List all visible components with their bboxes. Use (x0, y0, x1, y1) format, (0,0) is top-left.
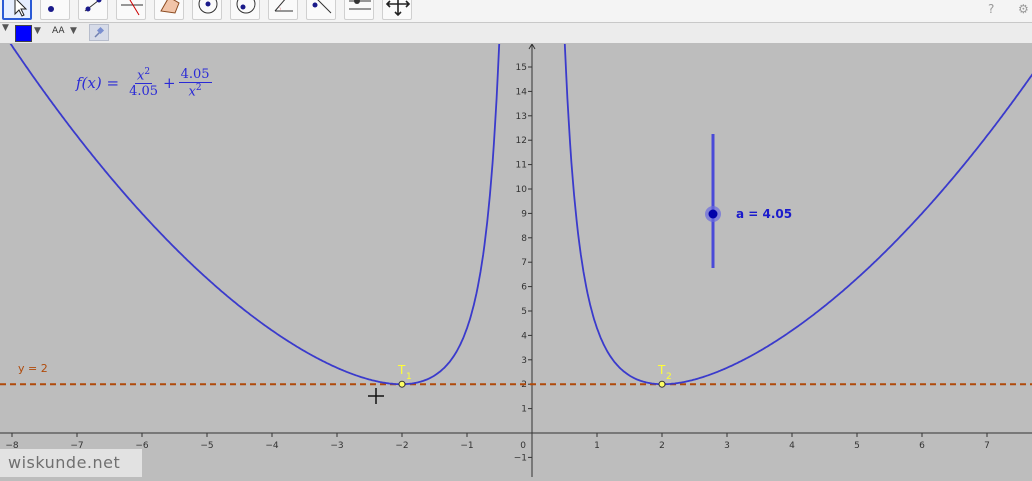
function-formula[interactable]: f(x) = x2 4.05 + 4.05 x2 (76, 67, 215, 99)
point-label-T2: T (657, 363, 666, 377)
point-tool-icon (48, 6, 54, 12)
circle-tool-button[interactable] (192, 0, 222, 20)
y-tick-label: 13 (516, 112, 527, 122)
watermark: wiskunde.net (0, 449, 142, 477)
ellipse-tool-button[interactable] (230, 0, 260, 20)
formula-term-2: 4.05 x2 (178, 67, 212, 100)
x-tick-label: −4 (265, 441, 279, 451)
pin-icon (94, 26, 105, 38)
slider-label: a = 4.05 (736, 207, 792, 221)
point-T1[interactable] (398, 380, 406, 388)
y-tick-label: 7 (521, 258, 527, 268)
x-tick-label: 4 (789, 441, 795, 451)
move-tool-button[interactable] (2, 0, 32, 20)
text-size-dropdown-icon[interactable]: ▼ (70, 26, 77, 42)
point-tool-button[interactable] (40, 0, 70, 20)
point-label-T1: T (397, 363, 406, 377)
y-tick-label: 8 (521, 234, 527, 244)
move-tool-icon (14, 0, 28, 17)
x-tick-label: −1 (460, 441, 473, 451)
point-T2[interactable] (658, 380, 666, 388)
y-tick-label: −1 (514, 453, 527, 463)
y-tick-label: 15 (516, 63, 527, 73)
y-tick-label: 6 (521, 283, 527, 293)
angle-tool-icon (274, 0, 293, 12)
term2-denominator: x (188, 84, 196, 100)
x-tick-label: 3 (724, 441, 730, 451)
slider-tool-icon (349, 0, 371, 10)
slider-handle[interactable] (708, 209, 718, 219)
origin-label: 0 (520, 441, 526, 451)
term2-numerator: 4.05 (178, 67, 212, 83)
y-tick-label: 5 (521, 307, 527, 317)
x-tick-label: 5 (854, 441, 860, 451)
angle-tool-button[interactable] (268, 0, 298, 20)
move-view-tool-icon (385, 0, 411, 17)
settings-icon[interactable]: ⚙ (1018, 2, 1029, 16)
move-view-tool-button[interactable] (382, 0, 412, 20)
formula-plus: + (163, 74, 176, 93)
reflect-tool-icon (312, 0, 332, 14)
line-tool-button[interactable] (78, 0, 108, 20)
line-tool-icon (84, 0, 102, 12)
help-icon[interactable]: ? (988, 2, 994, 16)
polygon-tool-icon (160, 0, 180, 14)
asymptote-label: y = 2 (18, 362, 48, 375)
stylebar-collapse-icon[interactable]: ▼ (2, 23, 9, 39)
x-tick-label: 7 (984, 441, 990, 451)
term1-denominator: 4.05 (129, 84, 159, 100)
slider-tool-button[interactable] (344, 0, 374, 20)
crosshair-cursor-icon (368, 388, 384, 404)
x-tick-label: 2 (659, 441, 665, 451)
ellipse-tool-icon (236, 0, 256, 14)
circle-tool-icon (198, 0, 218, 14)
pin-button[interactable] (89, 24, 109, 41)
y-tick-label: 12 (516, 136, 527, 146)
x-tick-label: 6 (919, 441, 925, 451)
y-tick-label: 14 (516, 87, 528, 97)
y-tick-label: 10 (516, 185, 528, 195)
perpendicular-line-tool-button[interactable] (116, 0, 146, 20)
formula-lhs: f(x) = (76, 74, 120, 93)
style-bar: ▼ ▼ AA ▼ (0, 23, 1032, 44)
point-label-subscript: 1 (406, 372, 412, 382)
y-tick-label: 3 (521, 356, 527, 366)
x-tick-label: −5 (200, 441, 213, 451)
graphics-view[interactable]: −8−7−6−5−4−3−2−11234567−2−11234567891011… (0, 23, 1032, 481)
y-tick-label: 4 (521, 331, 527, 341)
color-swatch-button[interactable] (15, 25, 32, 42)
y-tick-label: 1 (521, 405, 527, 415)
reflect-tool-button[interactable] (306, 0, 336, 20)
perpendicular-line-tool-icon (121, 0, 143, 16)
graphics-canvas[interactable]: −8−7−6−5−4−3−2−11234567−2−11234567891011… (0, 23, 1032, 481)
point-label-subscript: 2 (666, 372, 672, 382)
x-tick-label: −2 (395, 441, 408, 451)
y-tick-label: 11 (516, 161, 527, 171)
color-dropdown-icon[interactable]: ▼ (34, 26, 41, 42)
y-tick-label: 9 (521, 209, 527, 219)
x-tick-label: −3 (330, 441, 343, 451)
text-size-button[interactable]: AA (52, 26, 65, 42)
formula-term-1: x2 4.05 (129, 67, 159, 100)
polygon-tool-button[interactable] (154, 0, 184, 20)
toolbar: ? ⚙ (0, 0, 1032, 23)
x-tick-label: 1 (594, 441, 600, 451)
